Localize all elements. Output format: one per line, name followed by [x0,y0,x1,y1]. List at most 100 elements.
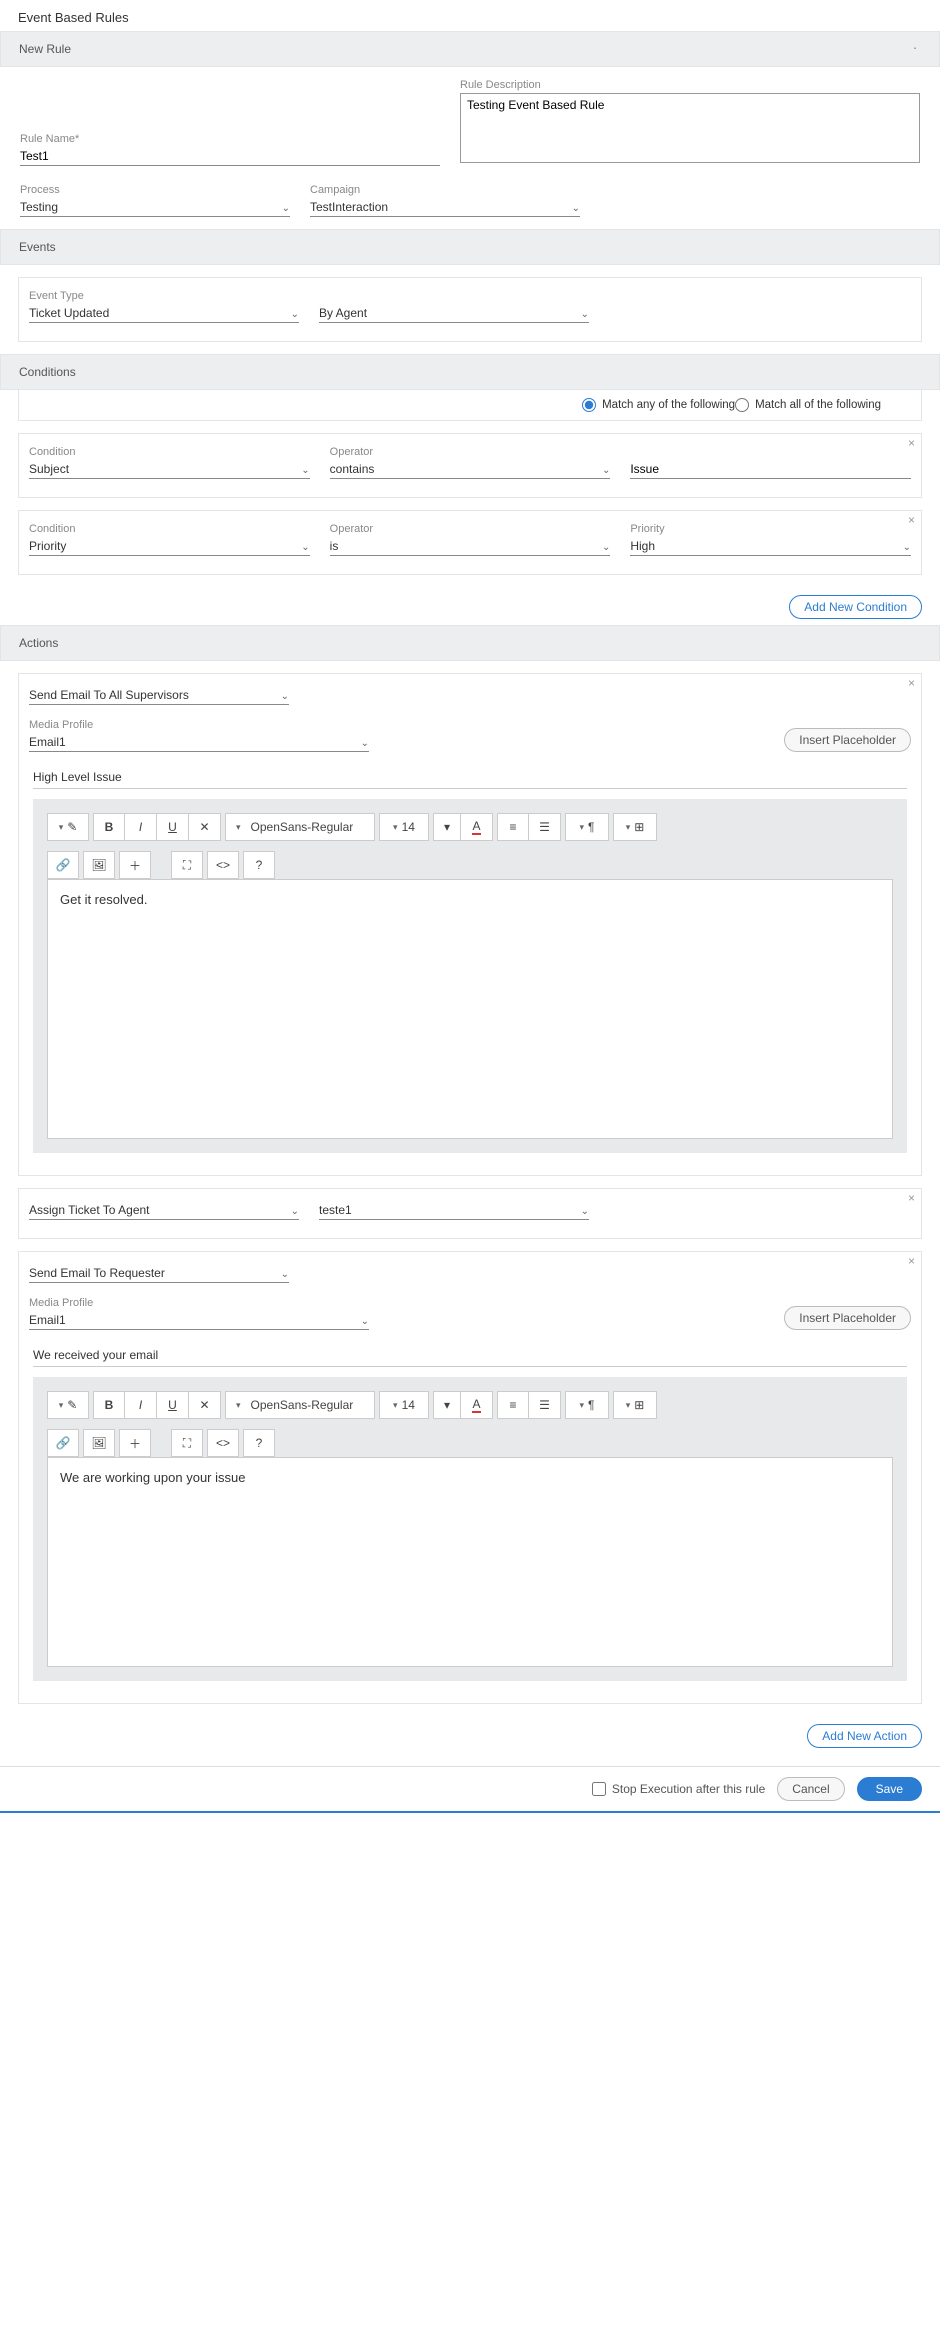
italic-icon[interactable]: I [125,813,157,841]
cond2-op-select[interactable]: is ⌄ [330,537,611,556]
table-dropdown[interactable]: ▾⊞ [613,813,657,841]
process-select[interactable]: Testing ⌄ [20,198,290,217]
format-dropdown[interactable]: ▾✎ [47,1391,89,1419]
underline-icon[interactable]: U [157,813,189,841]
close-icon[interactable]: × [908,1191,915,1205]
paragraph-dropdown[interactable]: ▾¶ [565,813,609,841]
match-all-radio[interactable]: Match all of the following [735,398,881,412]
cond1-op-select[interactable]: contains ⌄ [330,460,611,479]
action1-type: Send Email To All Supervisors [29,688,189,702]
clear-format-icon[interactable]: ✕ [189,813,221,841]
action2-value-select[interactable]: teste1 ⌄ [319,1201,589,1220]
chevron-down-icon: ⌄ [361,1316,369,1327]
match-any-label: Match any of the following [602,399,735,411]
rule-desc-input[interactable]: Testing Event Based Rule [460,93,920,163]
bold-icon[interactable]: B [93,813,125,841]
more-icon[interactable]: . [913,41,921,47]
action1-type-select[interactable]: Send Email To All Supervisors ⌄ [29,686,289,705]
action1-media-select[interactable]: Email1 ⌄ [29,733,369,752]
action3-media-value: Email1 [29,1313,66,1327]
action1-subject[interactable]: High Level Issue [33,766,907,789]
cond1-field: Subject [29,462,69,476]
expand-icon[interactable]: ⛶ [171,1429,203,1457]
format-dropdown[interactable]: ▾✎ [47,813,89,841]
font-color-icon[interactable]: A [461,813,493,841]
italic-icon[interactable]: I [125,1391,157,1419]
stop-execution-checkbox[interactable]: Stop Execution after this rule [592,1782,765,1796]
insert-placeholder-button[interactable]: Insert Placeholder [784,728,911,752]
chevron-down-icon: ⌄ [301,542,309,553]
clear-format-icon[interactable]: ✕ [189,1391,221,1419]
campaign-label: Campaign [310,184,580,196]
event-type-value: Ticket Updated [29,306,109,320]
action3-type-select[interactable]: Send Email To Requester ⌄ [29,1264,289,1283]
image-icon[interactable]: 🖼 [83,1429,115,1457]
cond1-op-label: Operator [330,446,611,458]
action3-subject[interactable]: We received your email [33,1344,907,1367]
font-size-select[interactable]: ▾14 [379,813,429,841]
add-condition-button[interactable]: Add New Condition [789,595,922,619]
underline-icon[interactable]: U [157,1391,189,1419]
conditions-header: Conditions [0,354,940,390]
action2-type: Assign Ticket To Agent [29,1203,150,1217]
chevron-down-icon: ⌄ [301,465,309,476]
close-icon[interactable]: × [908,676,915,690]
cancel-button[interactable]: Cancel [777,1777,844,1801]
link-icon[interactable]: 🔗 [47,851,79,879]
font-size-select[interactable]: ▾14 [379,1391,429,1419]
cond1-op: contains [330,462,375,476]
event-by-select[interactable]: By Agent ⌄ [319,304,589,323]
chevron-down-icon: ⌄ [361,738,369,749]
actions-header: Actions [0,625,940,661]
table-dropdown[interactable]: ▾⊞ [613,1391,657,1419]
font-color-icon[interactable]: A [461,1391,493,1419]
font-color-dropdown[interactable]: ▾ [433,1391,461,1419]
campaign-select[interactable]: TestInteraction ⌄ [310,198,580,217]
link-icon[interactable]: 🔗 [47,1429,79,1457]
cond2-val-label: Priority [630,523,911,535]
image-icon[interactable]: 🖼 [83,851,115,879]
action3-media-select[interactable]: Email1 ⌄ [29,1311,369,1330]
bold-icon[interactable]: B [93,1391,125,1419]
save-button[interactable]: Save [857,1777,922,1801]
event-type-label: Event Type [29,290,299,302]
add-action-button[interactable]: Add New Action [807,1724,922,1748]
paragraph-dropdown[interactable]: ▾¶ [565,1391,609,1419]
close-icon[interactable]: × [908,513,915,527]
rule-desc-label: Rule Description [460,79,920,91]
list-ol-icon[interactable]: ≡ [497,1391,529,1419]
action3-body[interactable]: We are working upon your issue [47,1457,893,1667]
close-icon[interactable]: × [908,436,915,450]
list-ul-icon[interactable]: ☰ [529,813,561,841]
cond2-field-select[interactable]: Priority ⌄ [29,537,310,556]
expand-icon[interactable]: ⛶ [171,851,203,879]
insert-placeholder-button[interactable]: Insert Placeholder [784,1306,911,1330]
font-select[interactable]: ▾OpenSans-Regular [225,813,375,841]
help-icon[interactable]: ? [243,1429,275,1457]
action2-type-select[interactable]: Assign Ticket To Agent ⌄ [29,1201,299,1220]
plus-icon[interactable]: ＋ [119,1429,151,1457]
cond1-field-select[interactable]: Subject ⌄ [29,460,310,479]
font-color-dropdown[interactable]: ▾ [433,813,461,841]
list-ul-icon[interactable]: ☰ [529,1391,561,1419]
plus-icon[interactable]: ＋ [119,851,151,879]
help-icon[interactable]: ? [243,851,275,879]
chevron-down-icon: ⌄ [281,1269,289,1280]
chevron-down-icon: ⌄ [281,691,289,702]
cond2-value-select[interactable]: High ⌄ [630,537,911,556]
font-select[interactable]: ▾OpenSans-Regular [225,1391,375,1419]
rule-name-label: Rule Name* [20,133,440,145]
code-icon[interactable]: <> [207,1429,239,1457]
match-any-radio[interactable]: Match any of the following [582,398,735,412]
cond1-value-input[interactable] [630,460,911,479]
close-icon[interactable]: × [908,1254,915,1268]
action1-body[interactable]: Get it resolved. [47,879,893,1139]
campaign-value: TestInteraction [310,200,388,214]
code-icon[interactable]: <> [207,851,239,879]
action-panel-2: × Assign Ticket To Agent ⌄ teste1 ⌄ [18,1188,922,1239]
event-type-select[interactable]: Ticket Updated ⌄ [29,304,299,323]
rule-name-input[interactable] [20,147,440,166]
chevron-down-icon: ⌄ [602,542,610,553]
events-panel: Event Type Ticket Updated ⌄ By Agent ⌄ [18,277,922,342]
list-ol-icon[interactable]: ≡ [497,813,529,841]
